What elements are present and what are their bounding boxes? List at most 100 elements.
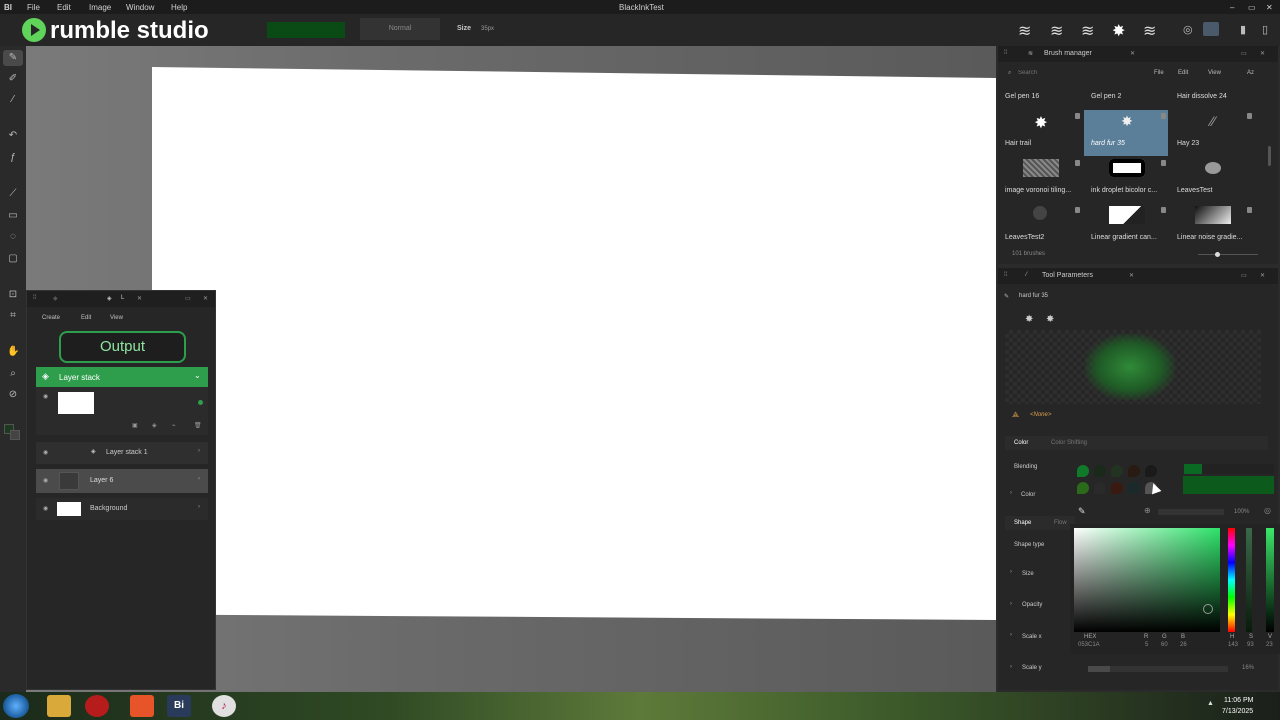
color-opacity-slider[interactable] bbox=[1158, 509, 1224, 515]
mode-toggle-icon[interactable] bbox=[1203, 22, 1219, 36]
menu-create[interactable]: Create bbox=[42, 315, 60, 321]
menu-help[interactable]: Help bbox=[171, 3, 187, 12]
current-color-swatch[interactable] bbox=[1183, 476, 1274, 494]
music-app-icon[interactable]: ♪ bbox=[212, 695, 236, 717]
r-value[interactable]: 5 bbox=[1145, 642, 1148, 648]
eyedropper-icon[interactable]: ✎ bbox=[1078, 506, 1086, 517]
palette-swatch[interactable] bbox=[1077, 482, 1089, 494]
value-slider[interactable] bbox=[1266, 528, 1274, 632]
brush-tool-icon[interactable]: ✎ bbox=[7, 52, 19, 64]
layer-stack-header[interactable]: ◈ Layer stack ⌄ bbox=[36, 367, 208, 387]
brush-name[interactable]: image voronoi tiling... bbox=[1005, 187, 1071, 194]
saturation-value-area[interactable] bbox=[1074, 528, 1220, 632]
brush-name[interactable]: Linear noise gradie... bbox=[1177, 234, 1242, 241]
brush-thumbnail[interactable] bbox=[1205, 162, 1221, 174]
palette-swatch[interactable] bbox=[1128, 482, 1140, 494]
brush-thumbnail[interactable] bbox=[1023, 159, 1059, 177]
texture-none-label[interactable]: <None> bbox=[1030, 412, 1051, 418]
secondary-color-icon[interactable] bbox=[10, 430, 20, 440]
brush-preset-icon[interactable]: ≋ bbox=[1018, 21, 1031, 41]
size-value[interactable]: 35px bbox=[481, 26, 494, 32]
palette-swatch[interactable] bbox=[1094, 465, 1106, 477]
maximize-icon[interactable]: ▭ bbox=[1241, 50, 1247, 57]
brush-name[interactable]: Hair dissolve 24 bbox=[1177, 93, 1227, 100]
brush-thumbnail[interactable]: ✸ bbox=[1109, 113, 1145, 131]
fill-tool-icon[interactable]: ▢ bbox=[7, 253, 19, 265]
brush-preset-icon[interactable]: ≋ bbox=[1050, 21, 1063, 41]
fx-tool-icon[interactable]: ƒ bbox=[7, 152, 19, 164]
palette-swatch[interactable] bbox=[1128, 465, 1140, 477]
tray-arrow-icon[interactable]: ▲ bbox=[1207, 700, 1214, 707]
tab-close-icon[interactable]: ✕ bbox=[137, 295, 142, 302]
layer-row[interactable]: ◉ ◈ Layer stack 1 › bbox=[36, 442, 208, 464]
minimize-icon[interactable]: – bbox=[1230, 3, 1234, 12]
picker-handle[interactable] bbox=[1203, 604, 1213, 614]
maximize-icon[interactable]: ▭ bbox=[1248, 3, 1256, 12]
layer-row-selected[interactable]: ◉ Layer 6 › bbox=[36, 469, 208, 493]
tab-color-shifting[interactable]: Color Shifting bbox=[1051, 440, 1087, 446]
layers-tab-icon[interactable]: ◈ bbox=[107, 295, 112, 302]
brush-preset-icon[interactable]: ✸ bbox=[1112, 21, 1125, 41]
brush-name[interactable]: Gel pen 2 bbox=[1091, 93, 1121, 100]
palette-swatch[interactable] bbox=[1094, 482, 1106, 494]
brush-preset-icon[interactable]: ≋ bbox=[1081, 21, 1094, 41]
color-swatch[interactable] bbox=[267, 22, 345, 38]
close-icon[interactable]: ✕ bbox=[1266, 3, 1273, 12]
chevron-right-icon[interactable]: › bbox=[198, 504, 200, 510]
brush-name[interactable]: Gel pen 16 bbox=[1005, 93, 1039, 100]
brush-tip-icon[interactable]: ✸ bbox=[1025, 314, 1033, 325]
brush-tip-icon[interactable]: ✸ bbox=[1046, 314, 1054, 325]
tab-close-icon[interactable]: ✕ bbox=[1130, 50, 1135, 57]
s-value[interactable]: 93 bbox=[1247, 642, 1254, 648]
settings-icon[interactable]: ◎ bbox=[1264, 506, 1271, 515]
lasso-tool-icon[interactable]: ◌ bbox=[7, 231, 19, 243]
zoom-tool-icon[interactable]: ⌕ bbox=[7, 368, 19, 380]
stack-add-icon[interactable]: ◈ bbox=[152, 422, 157, 429]
menu-edit[interactable]: Edit bbox=[1178, 70, 1188, 76]
brush-name[interactable]: LeavesTest2 bbox=[1005, 234, 1044, 241]
tab-icon[interactable]: ◆ bbox=[53, 295, 58, 302]
brush-name-selected[interactable]: hard fur 35 bbox=[1091, 140, 1125, 147]
color-opacity-value[interactable]: 100% bbox=[1234, 509, 1249, 515]
eye-icon[interactable]: ◎ bbox=[1183, 23, 1193, 36]
palette-swatch[interactable] bbox=[1111, 465, 1123, 477]
brush-thumbnail[interactable] bbox=[1109, 206, 1145, 224]
hex-value[interactable]: 053C1A bbox=[1078, 642, 1100, 648]
visibility-icon[interactable]: ◉ bbox=[43, 477, 48, 484]
menu-edit[interactable]: Edit bbox=[57, 3, 71, 12]
chevron-right-icon[interactable]: › bbox=[1010, 601, 1012, 607]
chevron-right-icon[interactable]: › bbox=[1010, 569, 1012, 575]
chevron-right-icon[interactable]: › bbox=[198, 476, 200, 482]
g-value[interactable]: 60 bbox=[1161, 642, 1168, 648]
brush-thumbnail[interactable] bbox=[1195, 206, 1231, 224]
clock-time[interactable]: 11:06 PM bbox=[1224, 697, 1253, 704]
eyedropper-tool-icon[interactable]: ⊘ bbox=[7, 389, 19, 401]
close-icon[interactable]: ✕ bbox=[1260, 50, 1265, 57]
panel-toggle-icon[interactable]: ▯ bbox=[1262, 23, 1268, 36]
opera-browser-icon[interactable] bbox=[85, 695, 109, 717]
smudge-tool-icon[interactable]: ↶ bbox=[7, 130, 19, 142]
start-button-icon[interactable] bbox=[3, 694, 29, 718]
brush-name[interactable]: Hair trail bbox=[1005, 140, 1031, 147]
recent-colors-bar[interactable] bbox=[1184, 464, 1274, 474]
visibility-icon[interactable]: ◉ bbox=[43, 505, 48, 512]
scale-y-value[interactable]: 16% bbox=[1242, 665, 1254, 671]
tab-shape[interactable]: Shape bbox=[1014, 520, 1031, 526]
brush-thumbnail[interactable] bbox=[1109, 159, 1145, 177]
target-icon[interactable]: ⊕ bbox=[1144, 506, 1151, 515]
transform-tool-icon[interactable]: ⊡ bbox=[7, 289, 19, 301]
slider-handle[interactable] bbox=[1215, 252, 1220, 257]
canvas-paper[interactable] bbox=[152, 67, 996, 620]
chevron-right-icon[interactable]: › bbox=[1010, 490, 1012, 496]
close-icon[interactable]: ✕ bbox=[1260, 272, 1265, 279]
brush-name[interactable]: Linear gradient can... bbox=[1091, 234, 1157, 241]
brush-thumbnail[interactable] bbox=[1033, 206, 1047, 220]
brush-thumbnail[interactable]: ✸ bbox=[1023, 113, 1059, 132]
brush-name[interactable]: ink droplet bicolor c... bbox=[1091, 187, 1157, 194]
clock-date[interactable]: 7/13/2025 bbox=[1222, 708, 1253, 715]
menu-view[interactable]: View bbox=[110, 315, 123, 321]
chevron-down-icon[interactable]: ⌄ bbox=[194, 371, 201, 380]
tab-color[interactable]: Color bbox=[1014, 440, 1028, 446]
layer-stack-row[interactable]: ◉ ▣ ◈ ⌁ 🗑 bbox=[36, 387, 208, 435]
close-icon[interactable]: ✕ bbox=[203, 295, 208, 302]
